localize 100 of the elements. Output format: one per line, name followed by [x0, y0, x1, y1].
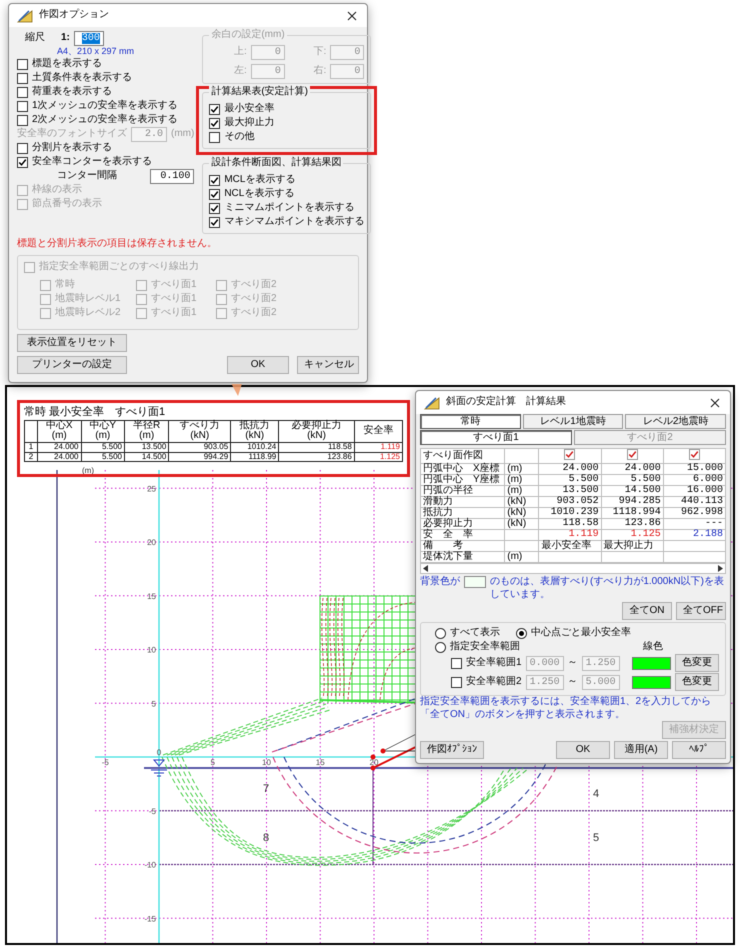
- table-cell: 440.113: [663, 496, 726, 508]
- button[interactable]: 全てOFF: [676, 602, 726, 620]
- checkbox[interactable]: [209, 188, 220, 200]
- checkbox[interactable]: [451, 676, 462, 688]
- axis-label: -5: [102, 758, 109, 767]
- button[interactable]: ﾍﾙﾌﾟ: [672, 741, 726, 759]
- checkbox[interactable]: [17, 58, 28, 70]
- scale-input[interactable]: 300: [74, 31, 104, 46]
- radio-label: 指定安全率範囲: [450, 640, 520, 654]
- axis-label: 5: [210, 758, 215, 767]
- checkbox[interactable]: [17, 156, 28, 168]
- table-cell: 1010.239: [538, 508, 602, 518]
- axis-label: 5: [152, 699, 156, 708]
- scroll-left-icon[interactable]: [423, 565, 428, 572]
- checkbox[interactable]: [626, 449, 638, 460]
- radio-label: 中心点ごと最小安全率: [531, 626, 631, 640]
- water-level-icon: [150, 760, 168, 776]
- checkbox[interactable]: [209, 174, 220, 186]
- region-label: 5: [592, 832, 600, 844]
- field-label: 右:: [314, 65, 326, 78]
- table-cell: 1.125: [601, 530, 664, 540]
- checkbox[interactable]: [209, 104, 220, 114]
- table-cell: 118.58: [538, 518, 602, 530]
- table-cell: 5.500: [81, 452, 125, 462]
- column-header: 安全率: [354, 420, 402, 442]
- tab[interactable]: すべり面1: [420, 430, 572, 445]
- button[interactable]: キャンセル: [297, 356, 359, 374]
- checkbox-label: 安全率範囲1: [466, 656, 522, 670]
- row-label: 備 考: [420, 540, 505, 552]
- window-title: 作図オプション: [39, 9, 109, 22]
- button[interactable]: 色変更: [675, 654, 719, 672]
- checkbox[interactable]: [688, 449, 700, 460]
- tab[interactable]: 常時: [420, 414, 521, 429]
- table-cell: 24.000: [37, 452, 81, 462]
- checkbox[interactable]: [17, 100, 28, 112]
- field-label: 上:: [234, 46, 247, 59]
- button[interactable]: 色変更: [675, 673, 719, 691]
- checkbox-label: すべり面1: [151, 293, 197, 306]
- unit-label: (mm): [171, 128, 194, 140]
- button[interactable]: プリンターの設定: [17, 356, 127, 374]
- row-label: 円弧中心 Y座標: [420, 474, 505, 486]
- column-header: 半径R (m): [124, 420, 169, 442]
- checkbox[interactable]: [17, 86, 28, 98]
- table-cell: 最大抑止力: [601, 540, 664, 552]
- button[interactable]: OK: [556, 741, 610, 759]
- table-title: 常時 最小安全率 すべり面1: [24, 406, 166, 420]
- table-cell: 24.000: [538, 464, 602, 474]
- number-input[interactable]: 0.100: [150, 168, 194, 184]
- table-cell: 6.000: [663, 474, 726, 486]
- button[interactable]: 全てON: [622, 602, 672, 620]
- radio-button[interactable]: [435, 642, 446, 652]
- table-cell: 5.500: [601, 474, 664, 486]
- checkbox-label: 地震時レベル2: [55, 307, 121, 320]
- radio-button[interactable]: [516, 628, 527, 638]
- axis-label: 20: [147, 538, 156, 547]
- tab[interactable]: レベル1地震時: [522, 414, 624, 429]
- table-cell: 118.58: [278, 442, 354, 452]
- note-text: 背景色が: [420, 576, 460, 588]
- scroll-right-icon[interactable]: [718, 565, 723, 572]
- group-title: 余白の設定(mm): [209, 29, 287, 42]
- button[interactable]: 適用(A): [614, 741, 668, 759]
- range-separator: ～: [568, 656, 578, 670]
- color-swatch: [464, 576, 486, 588]
- checkbox[interactable]: [17, 72, 28, 84]
- checkbox[interactable]: [209, 118, 220, 128]
- scale-prefix: 1:: [61, 32, 70, 45]
- field-label: 安全率のフォントサイズ: [17, 128, 127, 140]
- checkbox[interactable]: [17, 114, 28, 126]
- table-cell: 1118.99: [230, 452, 279, 462]
- table-cell: 1.125: [354, 452, 402, 462]
- group-title: 計算結果表(安定計算): [209, 86, 310, 98]
- tab[interactable]: レベル2地震時: [625, 414, 726, 429]
- horizontal-scrollbar[interactable]: [420, 563, 726, 574]
- checkbox[interactable]: [17, 142, 28, 154]
- region-label: 4: [592, 788, 600, 800]
- checkbox-label: 枠線の表示: [32, 184, 82, 196]
- field-label: コンター間隔: [57, 170, 117, 182]
- button[interactable]: OK: [227, 356, 289, 374]
- checkbox-label: 2次メッシュの安全率を表示する: [32, 114, 178, 126]
- checkbox-label: 常時: [55, 279, 75, 292]
- row-label: 滑動力: [420, 496, 505, 508]
- checkbox[interactable]: [209, 132, 220, 142]
- row-label: 必要抑止力: [420, 518, 505, 530]
- checkbox[interactable]: [209, 202, 220, 214]
- radio-button[interactable]: [435, 628, 446, 638]
- table-cell: 14.500: [601, 486, 664, 496]
- table-cell: 1.119: [354, 442, 402, 452]
- button[interactable]: 表示位置をリセット: [17, 334, 127, 352]
- axis-label: -15: [144, 914, 156, 924]
- checkbox[interactable]: [564, 449, 576, 460]
- checkbox[interactable]: [209, 216, 220, 228]
- table-cell: ---: [663, 518, 726, 530]
- hint-text: 「全てON」のボタンを押すと表示されます。: [420, 708, 626, 721]
- row-label: 円弧の半径: [420, 486, 505, 496]
- checkbox[interactable]: [451, 658, 462, 668]
- checkbox-label: 地震時レベル1: [55, 293, 121, 306]
- table-cell: 16.000: [663, 486, 726, 496]
- button[interactable]: 作図ｵﾌﾟｼｮﾝ: [420, 741, 484, 759]
- unit-label: (m): [504, 486, 539, 496]
- checkbox-label: マキシマムポイントを表示する: [224, 216, 364, 228]
